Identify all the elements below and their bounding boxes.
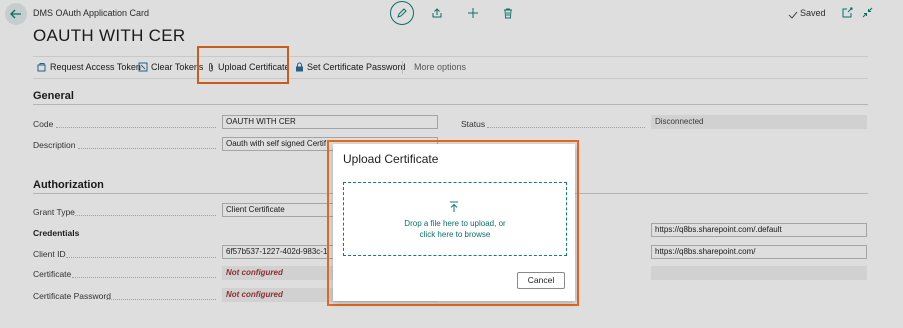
dropzone-text[interactable]: Drop a file here to upload, or click her… (343, 218, 567, 240)
dropzone-line1: Drop a file here to upload, or (404, 219, 506, 228)
page: DMS OAuth Application Card Saved OAUTH W… (0, 0, 903, 328)
dialog-title: Upload Certificate (343, 152, 439, 166)
upload-icon (449, 200, 459, 218)
cancel-button[interactable]: Cancel (517, 272, 565, 289)
dropzone-line2: click here to browse (419, 230, 491, 239)
